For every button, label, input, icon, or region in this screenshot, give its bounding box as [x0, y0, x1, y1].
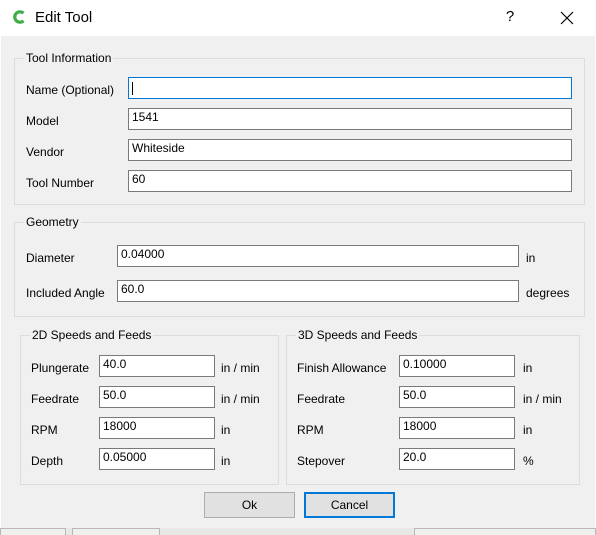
name-input[interactable]	[128, 77, 572, 99]
plungerate-label: Plungerate	[31, 361, 90, 375]
depth-label: Depth	[31, 454, 64, 468]
background-tab	[0, 528, 66, 535]
diameter-unit: in	[526, 251, 536, 265]
finish-allowance-unit: in	[523, 361, 533, 375]
vendor-label: Vendor	[26, 145, 65, 159]
dialog-body: Tool Information Name (Optional) Model 1…	[1, 36, 595, 528]
close-icon[interactable]	[558, 9, 576, 27]
group-title: 2D Speeds and Feeds	[30, 328, 154, 342]
included-angle-label: Included Angle	[26, 286, 105, 300]
rpm-3d-unit: in	[523, 423, 533, 437]
feedrate-2d-label: Feedrate	[31, 392, 80, 406]
stepover-input[interactable]: 20.0	[399, 448, 515, 470]
stepover-unit: %	[523, 454, 534, 468]
plungerate-unit: in / min	[221, 361, 260, 375]
geometry-group: Geometry	[14, 215, 585, 317]
ok-button[interactable]: Ok	[204, 492, 295, 518]
feedrate-2d-input[interactable]: 50.0	[99, 386, 215, 408]
model-input[interactable]: 1541	[128, 108, 572, 130]
diameter-input[interactable]: 0.04000	[117, 245, 519, 267]
help-button[interactable]: ?	[502, 8, 518, 26]
vendor-input[interactable]: Whiteside	[128, 139, 572, 161]
background-tab	[72, 528, 160, 535]
rpm-2d-label: RPM	[31, 423, 58, 437]
plungerate-input[interactable]: 40.0	[99, 355, 215, 377]
feedrate-2d-unit: in / min	[221, 392, 260, 406]
app-logo-icon	[13, 10, 25, 24]
cancel-button[interactable]: Cancel	[304, 492, 395, 518]
stepover-label: Stepover	[297, 454, 346, 468]
rpm-2d-input[interactable]: 18000	[99, 417, 215, 439]
tool-number-input[interactable]: 60	[128, 170, 572, 192]
included-angle-unit: degrees	[526, 286, 570, 300]
feedrate-3d-label: Feedrate	[297, 392, 346, 406]
title-bar: Edit Tool ?	[0, 0, 596, 36]
background-tab	[414, 528, 596, 535]
group-title: Tool Information	[24, 51, 114, 65]
rpm-3d-label: RPM	[297, 423, 324, 437]
feedrate-3d-input[interactable]: 50.0	[399, 386, 515, 408]
group-title: Geometry	[24, 215, 81, 229]
window-title: Edit Tool	[35, 9, 93, 26]
depth-unit: in	[221, 454, 231, 468]
depth-input[interactable]: 0.05000	[99, 448, 215, 470]
name-label: Name (Optional)	[26, 83, 115, 97]
text-caret	[132, 82, 133, 95]
finish-allowance-input[interactable]: 0.10000	[399, 355, 515, 377]
model-label: Model	[26, 114, 59, 128]
group-title: 3D Speeds and Feeds	[296, 328, 420, 342]
tool-number-label: Tool Number	[26, 176, 95, 190]
rpm-3d-input[interactable]: 18000	[399, 417, 515, 439]
rpm-2d-unit: in	[221, 423, 231, 437]
included-angle-input[interactable]: 60.0	[117, 280, 519, 302]
feedrate-3d-unit: in / min	[523, 392, 562, 406]
diameter-label: Diameter	[26, 251, 75, 265]
background-window-strip	[0, 528, 596, 535]
finish-allowance-label: Finish Allowance	[297, 361, 387, 375]
